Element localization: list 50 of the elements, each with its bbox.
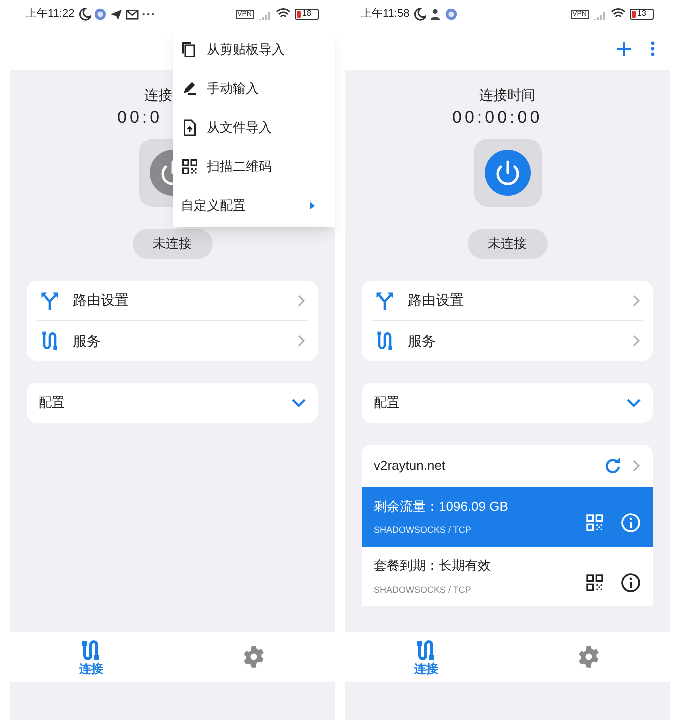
moon-icon (78, 8, 91, 20)
moon-icon (412, 8, 426, 20)
settings-row[interactable]: 服务 (37, 321, 308, 361)
config-section-header[interactable]: 配置 (362, 383, 653, 423)
server-title: 剩余流量：1096.09 GB (374, 498, 510, 516)
chevron-right-icon (298, 294, 306, 306)
connection-status-chip: 未连接 (132, 229, 212, 259)
connection-time-label: 连接 (144, 86, 172, 104)
status-time: 上午11:22 (26, 6, 75, 22)
chevron-right-icon[interactable] (633, 460, 641, 472)
battery-level: 18 (302, 10, 312, 18)
qr-code-icon (181, 158, 199, 176)
chevron-right-icon (633, 335, 641, 347)
qr-code-icon[interactable] (585, 572, 605, 592)
subscription-name: v2raytun.net (374, 457, 447, 476)
pencil-icon (181, 80, 199, 98)
settings-row[interactable]: 路由设置 (372, 281, 643, 321)
menu-item[interactable]: 从剪贴板导入 (173, 30, 335, 69)
info-icon[interactable] (621, 572, 641, 592)
menu-item[interactable]: 自定义配置 (173, 186, 335, 225)
circle-app-icon (94, 8, 107, 20)
menu-item[interactable]: 从文件导入 (173, 108, 335, 147)
connection-timer: 00:0 (118, 107, 163, 129)
circle-app-icon (444, 8, 458, 20)
connection-time-label: 连接时间 (480, 86, 536, 104)
server-protocol: SHADOWSOCKS / TCP (374, 584, 472, 596)
settings-row[interactable]: 路由设置 (37, 281, 308, 321)
server-protocol: SHADOWSOCKS / TCP (374, 524, 472, 537)
status-time: 上午11:58 (361, 6, 410, 22)
nav-tab[interactable]: 连接 (345, 638, 508, 676)
config-section-header[interactable]: 配置 (27, 383, 318, 423)
settings-row[interactable]: 服务 (372, 321, 643, 361)
envelope-icon (126, 8, 139, 20)
connection-timer: 00:00:00 (452, 107, 543, 129)
chevron-right-icon (298, 335, 306, 347)
wifi-icon (276, 8, 291, 20)
battery-level: 13 (636, 10, 648, 18)
chevron-right-icon (633, 294, 641, 306)
add-icon[interactable] (616, 41, 632, 57)
more-vertical-icon[interactable] (650, 41, 656, 57)
menu-item[interactable]: 手动输入 (173, 69, 335, 108)
menu-item[interactable]: 扫描二维码 (173, 147, 335, 186)
wifi-icon (611, 8, 626, 20)
person-icon (428, 8, 442, 20)
nav-tab[interactable]: 连接 (10, 638, 172, 676)
connection-status-chip: 未连接 (468, 229, 548, 259)
paper-plane-icon (110, 8, 123, 20)
server-title: 套餐到期：长期有效 (374, 557, 492, 575)
refresh-icon[interactable] (605, 458, 621, 474)
file-upload-icon (181, 118, 199, 136)
